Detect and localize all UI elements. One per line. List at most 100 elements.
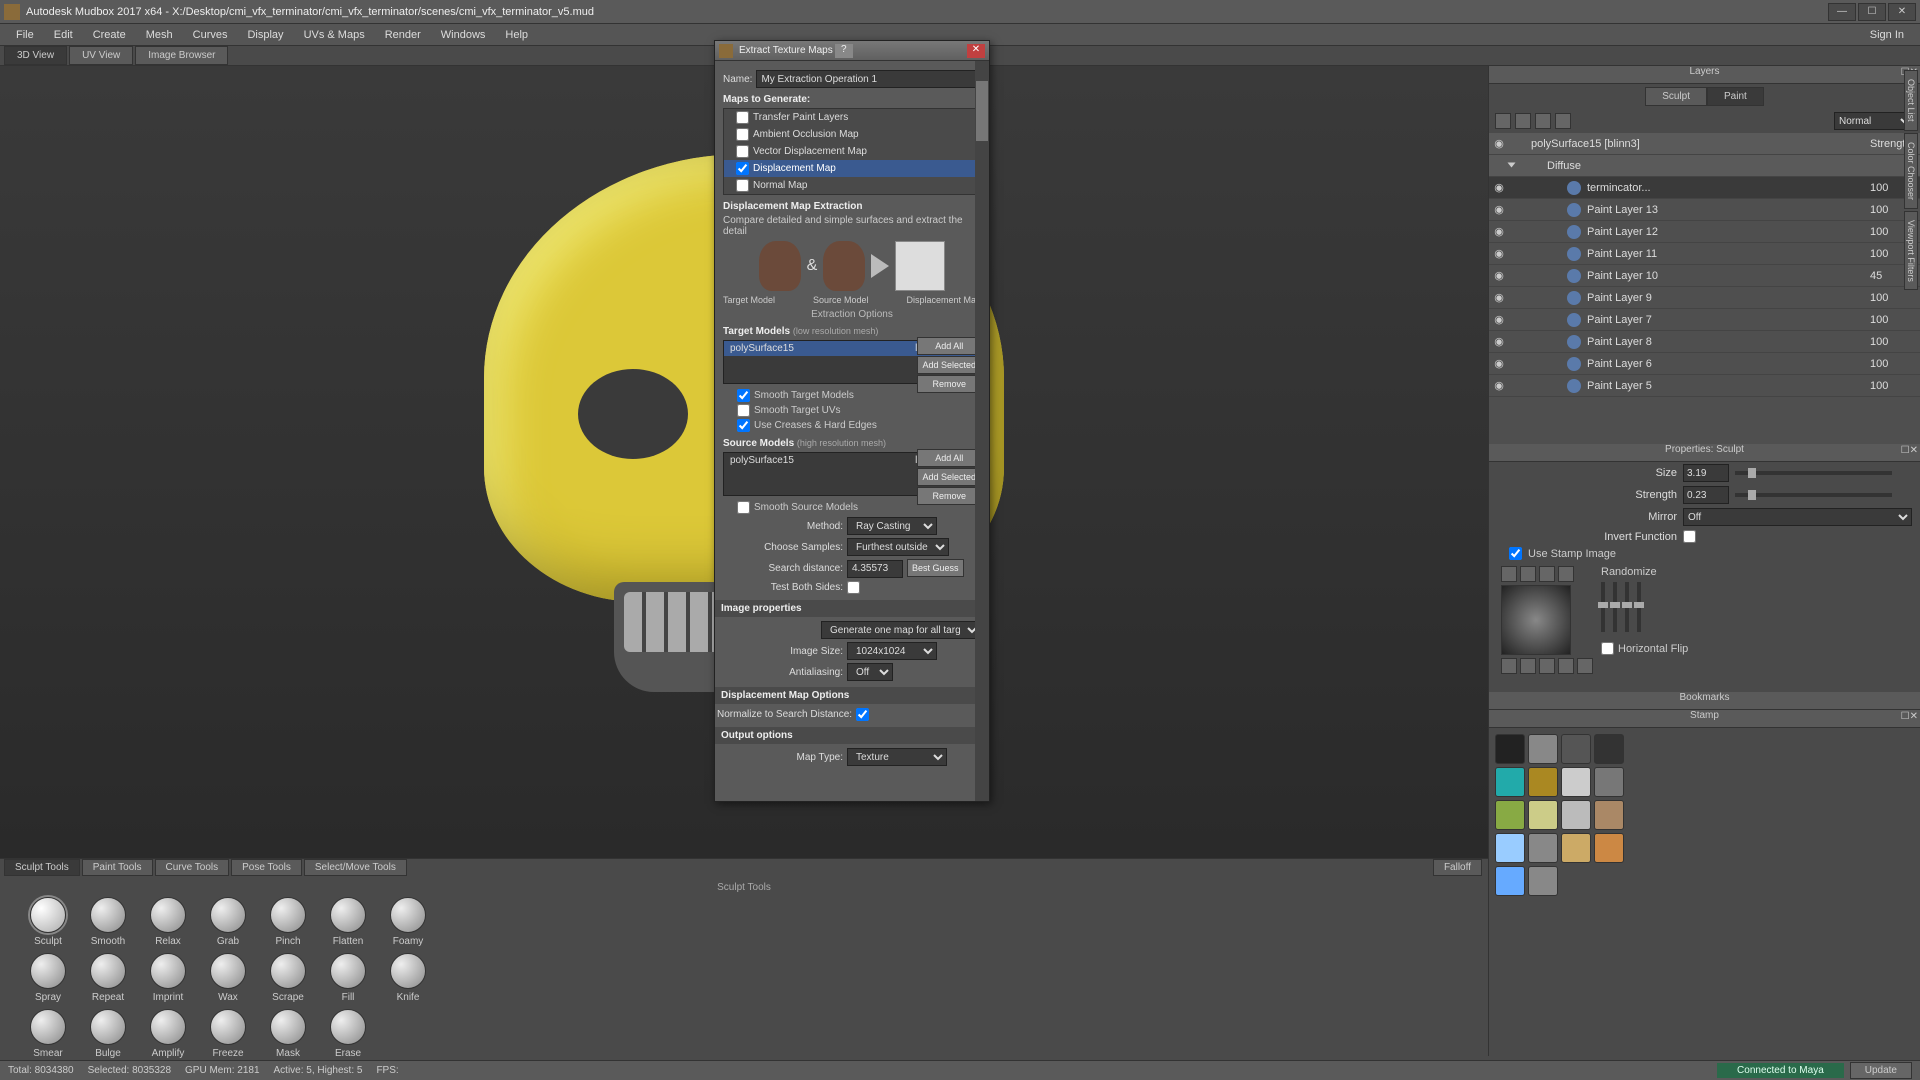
dialog-help-button[interactable]: ?	[835, 44, 853, 58]
layers-tab-sculpt[interactable]: Sculpt	[1645, 87, 1707, 106]
tool-amplify[interactable]: Amplify	[140, 1009, 196, 1059]
stamp-refresh-icon[interactable]	[1520, 566, 1536, 582]
size-input[interactable]	[1683, 464, 1729, 482]
stamp-swatch[interactable]	[1528, 734, 1558, 764]
dialog-titlebar[interactable]: Extract Texture Maps ? ✕	[715, 41, 989, 61]
properties-close-icon[interactable]: ☐✕	[1901, 445, 1918, 456]
rand-slider-1[interactable]	[1601, 582, 1605, 632]
layer-row[interactable]: ◉Paint Layer 12100	[1489, 221, 1920, 243]
stamp-swatch[interactable]	[1561, 767, 1591, 797]
stamp-btn-1[interactable]	[1501, 566, 1517, 582]
sm-remove-button[interactable]: Remove	[917, 487, 981, 505]
stamp-swatch[interactable]	[1495, 866, 1525, 896]
tab-paint-tools[interactable]: Paint Tools	[82, 859, 153, 876]
stamp-swatch[interactable]	[1594, 734, 1624, 764]
map-checkbox[interactable]	[736, 179, 749, 192]
stamp-close-icon[interactable]: ☐✕	[1901, 711, 1918, 722]
stamp-btn-3[interactable]	[1539, 566, 1555, 582]
stamp-swatch[interactable]	[1528, 767, 1558, 797]
stamp-swatch[interactable]	[1528, 866, 1558, 896]
layer-visibility-icon[interactable]: ◉	[1489, 269, 1509, 282]
dialog-close-button[interactable]: ✕	[967, 44, 985, 58]
normalize-checkbox[interactable]	[856, 708, 869, 721]
sidetab-color-chooser[interactable]: Color Chooser	[1904, 133, 1918, 209]
layer-row[interactable]: ◉termincator...100	[1489, 177, 1920, 199]
samples-select[interactable]: Furthest outside	[847, 538, 949, 556]
tool-knife[interactable]: Knife	[380, 953, 436, 1003]
layers-tab-paint[interactable]: Paint	[1707, 87, 1764, 106]
use-creases-checkbox[interactable]	[737, 419, 750, 432]
layer-visibility-icon[interactable]: ◉	[1489, 225, 1509, 238]
stamp-swatch[interactable]	[1561, 833, 1591, 863]
layer-visibility-icon[interactable]: ◉	[1489, 357, 1509, 370]
tool-wax[interactable]: Wax	[200, 953, 256, 1003]
layer-row[interactable]: ◉Paint Layer 13100	[1489, 199, 1920, 221]
rand-slider-4[interactable]	[1637, 582, 1641, 632]
layer-channel-row[interactable]: Diffuse	[1489, 155, 1920, 177]
layer-visibility-icon[interactable]: ◉	[1489, 247, 1509, 260]
tool-flatten[interactable]: Flatten	[320, 897, 376, 947]
tool-scrape[interactable]: Scrape	[260, 953, 316, 1003]
size-slider[interactable]	[1735, 471, 1892, 475]
stamp-swatch[interactable]	[1594, 767, 1624, 797]
layer-visibility-icon[interactable]: ◉	[1489, 203, 1509, 216]
layer-row[interactable]: ◉Paint Layer 6100	[1489, 353, 1920, 375]
tool-imprint[interactable]: Imprint	[140, 953, 196, 1003]
tab-3d-view[interactable]: 3D View	[4, 46, 67, 65]
stamp-swatch[interactable]	[1561, 734, 1591, 764]
tool-pinch[interactable]: Pinch	[260, 897, 316, 947]
blend-mode-select[interactable]: Normal	[1834, 112, 1914, 130]
tool-sculpt[interactable]: Sculpt	[20, 897, 76, 947]
strength-slider[interactable]	[1735, 493, 1892, 497]
new-folder-icon[interactable]	[1515, 113, 1531, 129]
map-option[interactable]: Ambient Occlusion Map	[724, 126, 980, 143]
tool-relax[interactable]: Relax	[140, 897, 196, 947]
layer-visibility-icon[interactable]: ◉	[1489, 335, 1509, 348]
tool-fill[interactable]: Fill	[320, 953, 376, 1003]
smooth-source-models-checkbox[interactable]	[737, 501, 750, 514]
layer-row[interactable]: ◉Paint Layer 1045	[1489, 265, 1920, 287]
mirror-select[interactable]: Off	[1683, 508, 1912, 526]
tm-add-all-button[interactable]: Add All	[917, 337, 981, 355]
rand-slider-3[interactable]	[1625, 582, 1629, 632]
search-distance-input[interactable]	[847, 560, 903, 578]
menu-render[interactable]: Render	[375, 29, 431, 41]
new-layer-icon[interactable]	[1495, 113, 1511, 129]
tm-remove-button[interactable]: Remove	[917, 375, 981, 393]
map-checkbox[interactable]	[736, 111, 749, 124]
tool-mask[interactable]: Mask	[260, 1009, 316, 1059]
map-option[interactable]: Displacement Map	[724, 160, 980, 177]
stamp-scale-icon[interactable]	[1539, 658, 1555, 674]
map-checkbox[interactable]	[736, 162, 749, 175]
tool-bulge[interactable]: Bulge	[80, 1009, 136, 1059]
maximize-button[interactable]: ☐	[1858, 3, 1886, 21]
map-checkbox[interactable]	[736, 145, 749, 158]
menu-file[interactable]: File	[6, 29, 44, 41]
tab-sculpt-tools[interactable]: Sculpt Tools	[4, 859, 80, 876]
extraction-name-input[interactable]	[756, 70, 981, 88]
strength-input[interactable]	[1683, 486, 1729, 504]
sidetab-object-list[interactable]: Object List	[1904, 70, 1918, 131]
close-button[interactable]: ✕	[1888, 3, 1916, 21]
sign-in-link[interactable]: Sign In	[1860, 29, 1914, 41]
menu-uvs[interactable]: UVs & Maps	[294, 29, 375, 41]
method-select[interactable]: Ray Casting	[847, 517, 937, 535]
minimize-button[interactable]: —	[1828, 3, 1856, 21]
stamp-swatch[interactable]	[1594, 833, 1624, 863]
menu-display[interactable]: Display	[237, 29, 293, 41]
layer-visibility-icon[interactable]: ◉	[1489, 181, 1509, 194]
smooth-target-uvs-checkbox[interactable]	[737, 404, 750, 417]
tool-repeat[interactable]: Repeat	[80, 953, 136, 1003]
tool-smear[interactable]: Smear	[20, 1009, 76, 1059]
menu-create[interactable]: Create	[83, 29, 136, 41]
layer-row[interactable]: ◉Paint Layer 7100	[1489, 309, 1920, 331]
use-stamp-checkbox[interactable]	[1509, 547, 1522, 560]
tab-select-tools[interactable]: Select/Move Tools	[304, 859, 407, 876]
layer-visibility-icon[interactable]: ◉	[1489, 291, 1509, 304]
tab-uv-view[interactable]: UV View	[69, 46, 133, 65]
tool-foamy[interactable]: Foamy	[380, 897, 436, 947]
layer-visibility-icon[interactable]: ◉	[1489, 379, 1509, 392]
stamp-swatch[interactable]	[1495, 833, 1525, 863]
layer-row[interactable]: ◉Paint Layer 8100	[1489, 331, 1920, 353]
best-guess-button[interactable]: Best Guess	[907, 559, 964, 577]
